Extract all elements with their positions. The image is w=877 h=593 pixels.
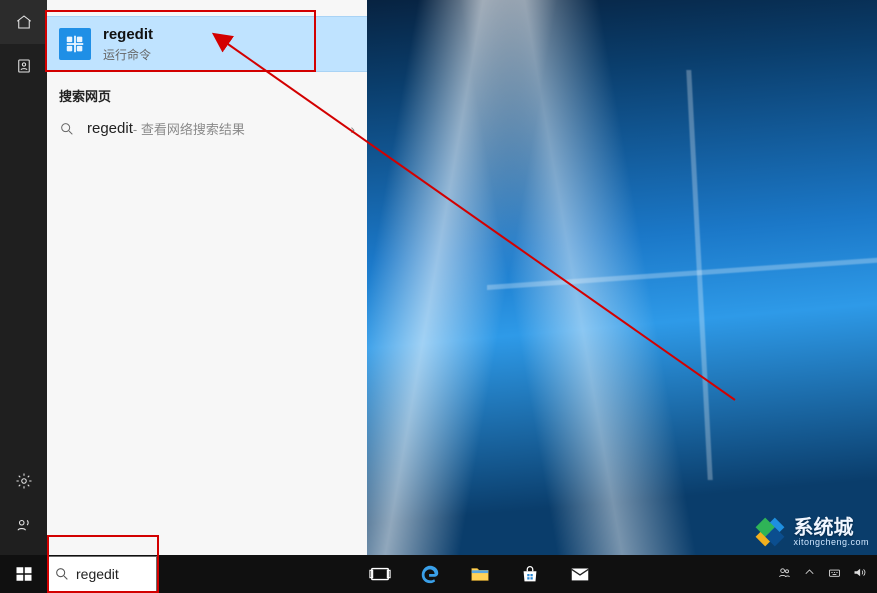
- regedit-icon: [59, 28, 91, 60]
- taskbar: [0, 555, 877, 593]
- taskbar-search-box[interactable]: [47, 556, 157, 592]
- search-results-panel: regedit 运行命令 搜索网页 regedit - 查看网络搜索结果 ›: [47, 0, 367, 555]
- file-explorer-button[interactable]: [467, 561, 493, 587]
- search-web-heading: 搜索网页: [47, 72, 367, 109]
- search-web-item[interactable]: regedit - 查看网络搜索结果 ›: [47, 109, 367, 148]
- cortana-left-rail: [0, 0, 47, 555]
- best-match-heading: [47, 0, 367, 16]
- taskbar-pinned-apps: [367, 561, 593, 587]
- home-icon: [15, 13, 33, 31]
- tray-expand-button[interactable]: [802, 565, 817, 583]
- search-icon: [59, 121, 75, 137]
- best-match-item[interactable]: regedit 运行命令: [47, 16, 367, 72]
- gear-icon: [15, 472, 33, 490]
- search-web-hint: - 查看网络搜索结果: [133, 119, 245, 138]
- task-view-icon: [369, 563, 391, 585]
- ime-button[interactable]: [827, 565, 842, 583]
- store-icon: [519, 563, 541, 585]
- edge-button[interactable]: [417, 561, 443, 587]
- file-explorer-icon: [469, 563, 491, 585]
- windows-start-icon: [15, 565, 33, 583]
- best-match-title: regedit: [103, 26, 153, 44]
- mail-icon: [569, 563, 591, 585]
- people-button[interactable]: [777, 565, 792, 583]
- rail-feedback-button[interactable]: [0, 503, 47, 547]
- rail-portrait-button[interactable]: [0, 44, 47, 88]
- best-match-subtitle: 运行命令: [103, 46, 153, 63]
- task-view-button[interactable]: [367, 561, 393, 587]
- system-tray: [777, 565, 877, 583]
- rail-settings-button[interactable]: [0, 459, 47, 503]
- edge-icon: [419, 563, 441, 585]
- rail-home-button[interactable]: [0, 0, 47, 44]
- search-icon: [54, 566, 70, 582]
- taskbar-search-input[interactable]: [76, 566, 146, 582]
- start-button[interactable]: [0, 555, 47, 593]
- portrait-icon: [15, 57, 33, 75]
- person-speak-icon: [15, 516, 33, 534]
- volume-button[interactable]: [852, 565, 867, 583]
- wallpaper-window-graphic: [487, 70, 877, 480]
- store-button[interactable]: [517, 561, 543, 587]
- search-web-term: regedit: [87, 120, 133, 137]
- mail-button[interactable]: [567, 561, 593, 587]
- chevron-right-icon: ›: [350, 121, 355, 137]
